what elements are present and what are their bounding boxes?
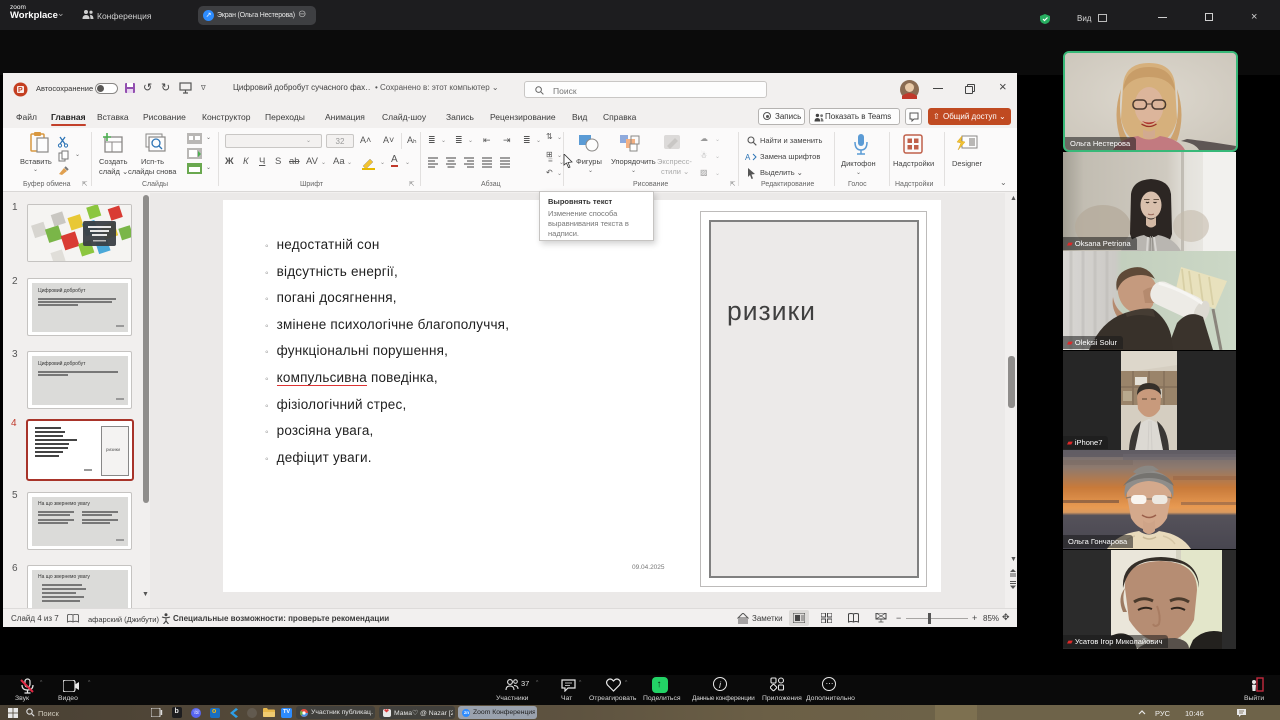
svg-text:А: А — [745, 153, 751, 162]
svg-text:P: P — [18, 87, 23, 94]
